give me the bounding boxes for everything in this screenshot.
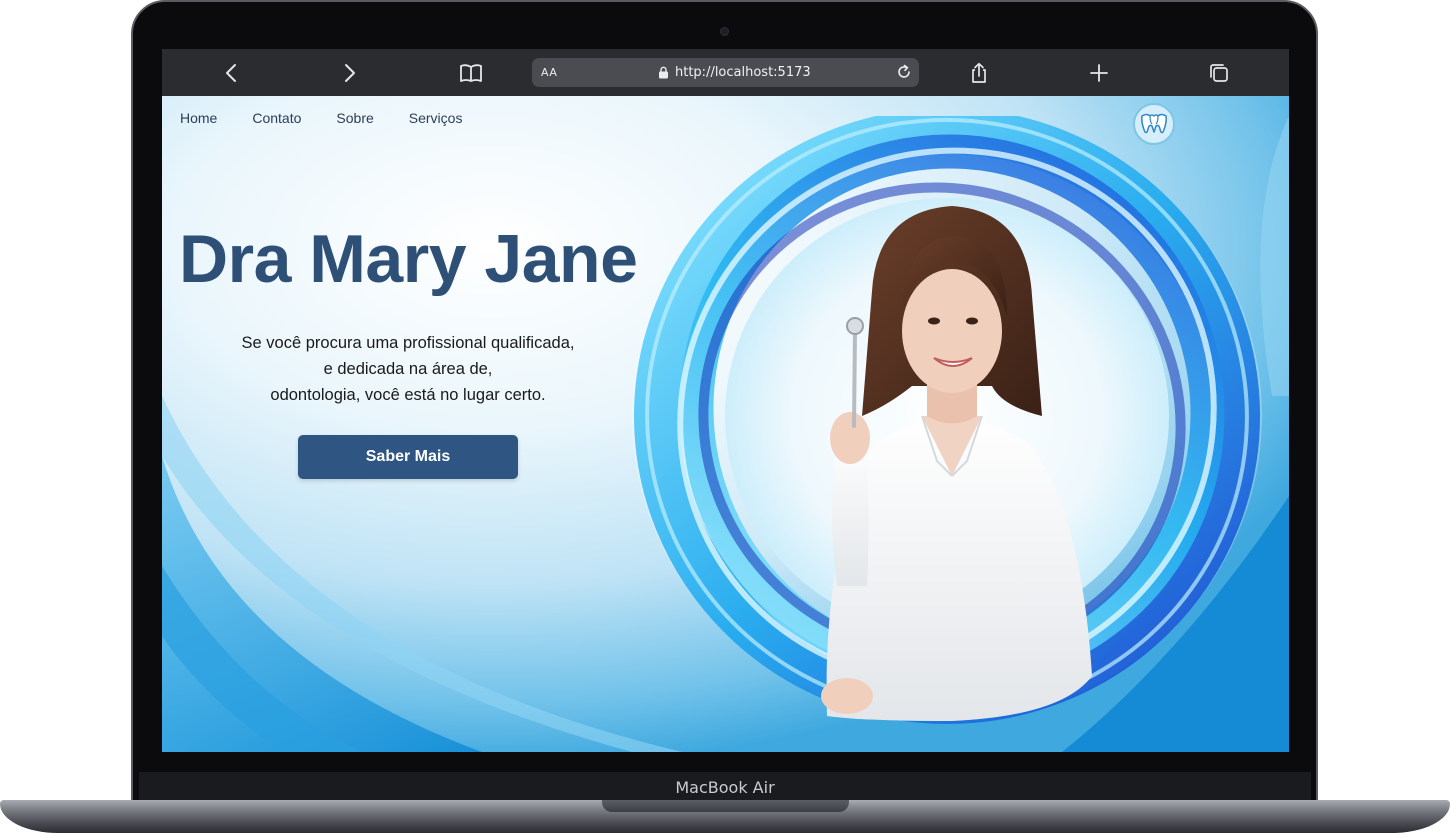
screen: AA http://localhost:5173 Home Contato So… [162, 49, 1289, 752]
url-text: http://localhost:5173 [675, 65, 811, 80]
hero-description-line: Se você procura uma profissional qualifi… [241, 334, 575, 352]
back-icon[interactable] [218, 60, 244, 86]
hero-description-line: odontologia, você está no lugar certo. [270, 386, 546, 404]
hero-swirl-portrait [632, 116, 1262, 724]
hero-description-line: e dedicada na área de, [323, 360, 493, 378]
hero-title: Dra Mary Jane [179, 221, 638, 297]
address-bar[interactable]: AA http://localhost:5173 [532, 58, 919, 87]
camera [720, 27, 729, 36]
lock-icon [659, 66, 668, 79]
plus-icon[interactable] [1086, 60, 1112, 86]
reader-mode-button[interactable]: AA [541, 66, 557, 79]
browser-toolbar: AA http://localhost:5173 [162, 49, 1289, 96]
nav-servicos[interactable]: Serviços [409, 110, 463, 126]
nav-sobre[interactable]: Sobre [336, 110, 373, 126]
share-icon[interactable] [966, 60, 992, 86]
reload-icon[interactable] [895, 63, 913, 81]
main-nav: Home Contato Sobre Serviços [180, 110, 497, 126]
device-label: MacBook Air [675, 778, 775, 797]
hero-description: Se você procura uma profissional qualifi… [208, 330, 608, 408]
web-page: Home Contato Sobre Serviços Dra Mary Jan… [162, 96, 1289, 752]
nav-contato[interactable]: Contato [252, 110, 301, 126]
nav-home[interactable]: Home [180, 110, 217, 126]
laptop-base-notch [602, 800, 849, 812]
laptop-chin: MacBook Air [139, 772, 1311, 802]
saber-mais-button[interactable]: Saber Mais [298, 435, 518, 479]
tabs-icon[interactable] [1206, 60, 1232, 86]
forward-icon[interactable] [337, 60, 363, 86]
book-icon[interactable] [458, 60, 484, 86]
